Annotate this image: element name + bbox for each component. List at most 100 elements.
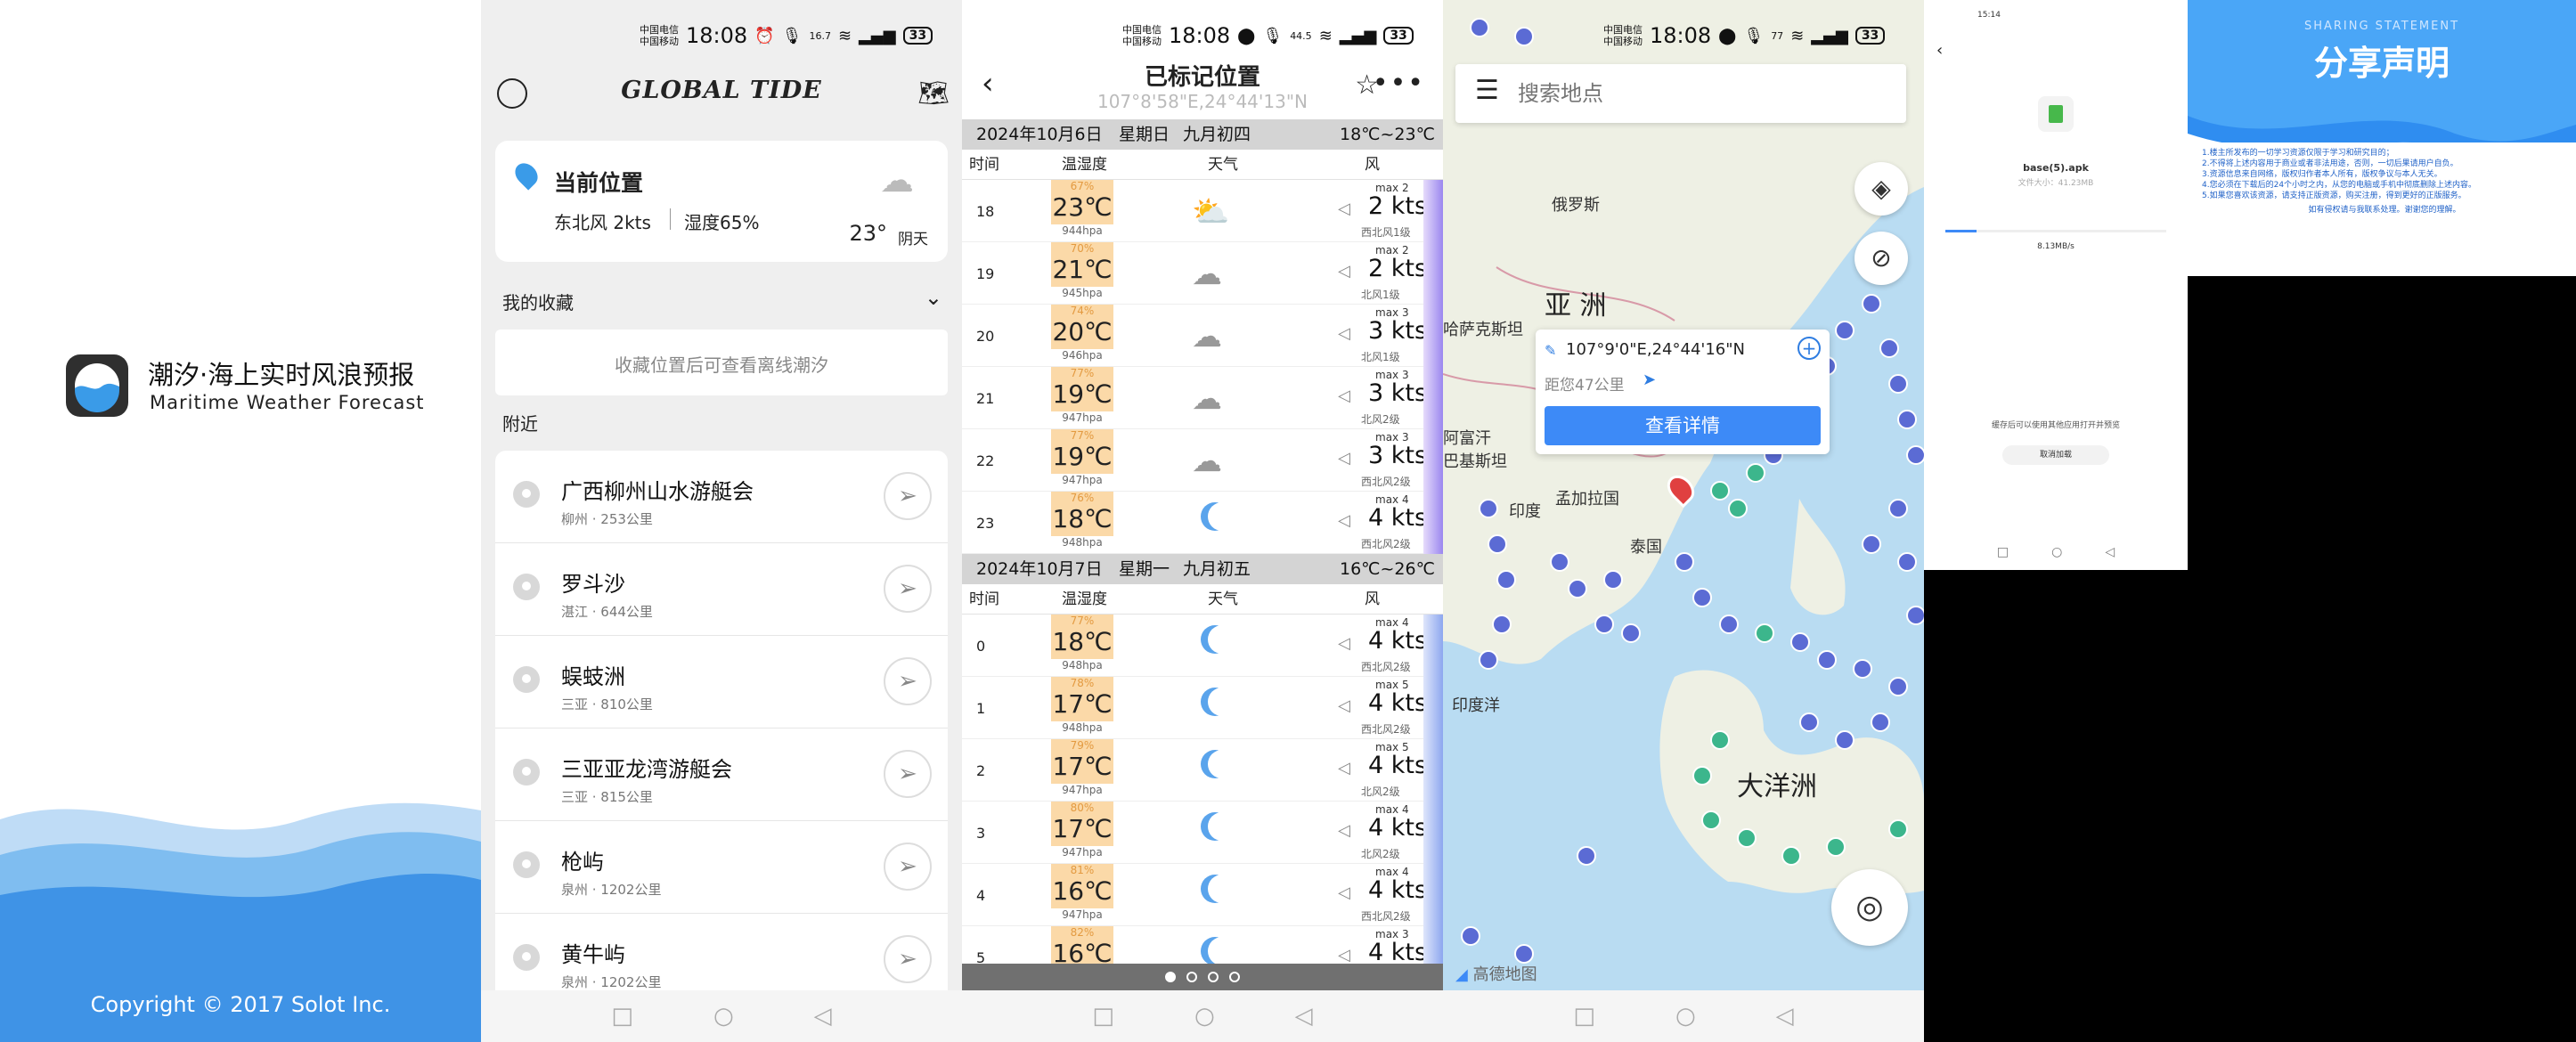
home-icon[interactable]: ○ bbox=[2051, 545, 2062, 559]
forecast-row[interactable]: 1 78% 17℃ 948hpa ◁ max 54 kts 西北风2级 bbox=[962, 677, 1443, 739]
day-weekday: 星期一 bbox=[1119, 559, 1170, 579]
back-icon[interactable]: ◁ bbox=[1776, 1003, 1794, 1030]
carrier-bottom: 中国移动 bbox=[640, 36, 679, 47]
wind-bar bbox=[1423, 305, 1443, 367]
wind-level: 西北风2级 bbox=[1361, 661, 1411, 673]
forecast-row[interactable]: 19 70% 21℃ 945hpa ☁ ◁ max 22 kts 北风1级 bbox=[962, 242, 1443, 305]
page-dots bbox=[962, 964, 1443, 990]
navigate-icon[interactable]: ➢ bbox=[884, 843, 932, 891]
share-body: 1.楼主所发布的一切学习资源仅限于学习和研究目的； 2.不得将上述内容用于商业或… bbox=[2202, 148, 2567, 216]
chevron-down-icon[interactable]: ⌄ bbox=[925, 285, 942, 310]
recents-icon[interactable]: □ bbox=[1997, 545, 2009, 559]
pin-icon bbox=[513, 574, 540, 600]
back-icon[interactable]: ◁ bbox=[1295, 1003, 1313, 1030]
net-speed: 77 bbox=[1771, 29, 1784, 42]
cloud-icon: ☁ bbox=[1192, 256, 1222, 292]
view-details-button[interactable]: 查看详情 bbox=[1545, 406, 1821, 445]
recents-icon[interactable]: □ bbox=[611, 1003, 633, 1030]
add-favorite-icon[interactable]: + bbox=[1797, 337, 1821, 360]
navigate-icon[interactable]: ➢ bbox=[884, 472, 932, 520]
back-icon[interactable]: ◁ bbox=[814, 1003, 832, 1030]
list-item[interactable]: 枪屿 泉州 · 1202公里 ➢ bbox=[495, 821, 948, 914]
carrier-top: 中国电信 bbox=[1122, 24, 1162, 36]
wifi-icon: ≋ bbox=[1790, 26, 1805, 45]
navigate-icon[interactable]: ➢ bbox=[884, 565, 932, 613]
forecast-row[interactable]: 3 80% 17℃ 947hpa ◁ max 44 kts 北风2级 bbox=[962, 802, 1443, 864]
menu-icon[interactable]: ☰ bbox=[1475, 75, 1499, 106]
location-icon: ⬤ bbox=[1718, 26, 1737, 45]
temperature: 17℃ bbox=[1052, 752, 1113, 781]
list-item[interactable]: 三亚亚龙湾游艇会 三亚 · 815公里 ➢ bbox=[495, 729, 948, 821]
compass-icon[interactable]: ⊘ bbox=[1855, 232, 1908, 285]
forecast-row[interactable]: 23 76% 18℃ 948hpa ◁ max 44 kts 西北风2级 bbox=[962, 492, 1443, 554]
share-line: 1.楼主所发布的一切学习资源仅限于学习和研究目的； bbox=[2202, 149, 2394, 158]
location-popup: ✎ 107°9'0"E,24°44'16"N + 距您47公里 ➤ 查看详情 bbox=[1536, 330, 1830, 454]
more-icon[interactable]: ••• bbox=[1373, 68, 1425, 99]
pin-icon bbox=[513, 944, 540, 971]
net-speed: 44.5 bbox=[1290, 29, 1312, 42]
home-icon[interactable]: ○ bbox=[713, 1003, 734, 1030]
wind-bar bbox=[1423, 180, 1443, 242]
carrier-top: 中国电信 bbox=[640, 24, 679, 36]
back-arrow-icon[interactable]: ‹ bbox=[1936, 41, 1943, 60]
wind-speed: 3 kts bbox=[1368, 379, 1428, 407]
download-speed: 8.13MB/s bbox=[2037, 242, 2075, 251]
navigate-icon[interactable]: ➢ bbox=[884, 750, 932, 798]
search-bar[interactable]: ☰ bbox=[1455, 64, 1906, 123]
back-icon[interactable]: ◁ bbox=[2105, 545, 2115, 559]
carrier-bottom: 中国移动 bbox=[1122, 36, 1162, 47]
share-title-en: SHARING STATEMENT bbox=[2303, 20, 2460, 33]
pencil-icon[interactable]: ✎ bbox=[1545, 342, 1556, 359]
wind-bar bbox=[1423, 677, 1443, 739]
wind-arrow-icon: ◁ bbox=[1338, 946, 1350, 965]
item-name: 黄牛屿 bbox=[561, 942, 625, 967]
home-icon[interactable]: ○ bbox=[1675, 1003, 1696, 1030]
wind-level: 北风2级 bbox=[1361, 786, 1400, 798]
map-label: 泰国 bbox=[1630, 538, 1662, 557]
wind-arrow-icon: ◁ bbox=[1338, 449, 1350, 468]
map-panel[interactable]: 中国电信中国移动 18:08 ⬤ 🎙 77 ≋ ▂▄▆ 33 ☰ ◈ ⊘ 俄罗斯… bbox=[1443, 0, 1924, 1042]
temperature: 17℃ bbox=[1052, 814, 1113, 843]
home-icon[interactable]: ○ bbox=[1194, 1003, 1215, 1030]
map-label: 亚 洲 bbox=[1545, 290, 1607, 322]
forecast-row[interactable]: 21 77% 19℃ 947hpa ☁ ◁ max 33 kts 北风2级 bbox=[962, 367, 1443, 429]
map-label: 阿富汗 bbox=[1443, 429, 1491, 448]
humidity: 81% bbox=[1070, 864, 1095, 876]
weather-text: 阴天 bbox=[898, 231, 928, 248]
forecast-row[interactable]: 22 77% 19℃ 947hpa ☁ ◁ max 33 kts 西北风2级 bbox=[962, 429, 1443, 492]
list-item[interactable]: 广西柳州山水游艇会 柳州 · 253公里 ➢ bbox=[495, 451, 948, 543]
wifi-icon: ≋ bbox=[1318, 26, 1333, 45]
layers-icon[interactable]: ◈ bbox=[1855, 162, 1908, 216]
wind-level: 北风2级 bbox=[1361, 413, 1400, 426]
forecast-row[interactable]: 0 77% 18℃ 948hpa ◁ max 44 kts 西北风2级 bbox=[962, 615, 1443, 677]
forecast-row[interactable]: 4 81% 16℃ 947hpa ◁ max 44 kts 西北风2级 bbox=[962, 864, 1443, 926]
search-input[interactable] bbox=[1518, 77, 1874, 110]
battery-indicator: 33 bbox=[902, 27, 933, 45]
wind-arrow-icon: ◁ bbox=[1338, 387, 1350, 405]
temperature: 19℃ bbox=[1052, 442, 1113, 471]
cancel-button[interactable]: 取消加载 bbox=[2002, 445, 2109, 465]
recents-icon[interactable]: □ bbox=[1092, 1003, 1114, 1030]
wind-speed: 4 kts bbox=[1368, 627, 1428, 655]
current-location-card[interactable]: 当前位置 东北风 2kts 湿度65% ☁ 23° 阴天 bbox=[495, 141, 948, 262]
mic-icon: 🎙 bbox=[1743, 26, 1765, 45]
recents-icon[interactable]: □ bbox=[1573, 1003, 1595, 1030]
humidity: 70% bbox=[1070, 242, 1095, 255]
navigate-icon[interactable]: ➢ bbox=[884, 657, 932, 705]
list-item[interactable]: 罗斗沙 湛江 · 644公里 ➢ bbox=[495, 543, 948, 636]
direction-icon[interactable]: ➤ bbox=[1643, 370, 1656, 389]
wind-level: 北风1级 bbox=[1361, 351, 1400, 363]
forecast-row[interactable]: 18 67% 23℃ 944hpa ⛅ ◁ max 22 kts 西北风1级 bbox=[962, 180, 1443, 242]
wind-speed: 2 kts bbox=[1368, 192, 1428, 220]
locate-me-icon[interactable]: ◎ bbox=[1831, 869, 1908, 946]
map-icon[interactable]: 🗺 bbox=[917, 78, 950, 108]
forecast-row[interactable]: 20 74% 20℃ 946hpa ☁ ◁ max 33 kts 北风1级 bbox=[962, 305, 1443, 367]
temperature: 20℃ bbox=[1052, 317, 1113, 346]
humidity: 77% bbox=[1070, 367, 1095, 379]
navigate-icon[interactable]: ➢ bbox=[884, 935, 932, 983]
forecast-row[interactable]: 2 79% 17℃ 947hpa ◁ max 54 kts 北风2级 bbox=[962, 739, 1443, 802]
list-item[interactable]: 蜈蚑洲 三亚 · 810公里 ➢ bbox=[495, 636, 948, 729]
item-sub: 湛江 · 644公里 bbox=[561, 604, 653, 620]
humidity: 77% bbox=[1070, 429, 1095, 442]
wind-arrow-icon: ◁ bbox=[1338, 696, 1350, 715]
